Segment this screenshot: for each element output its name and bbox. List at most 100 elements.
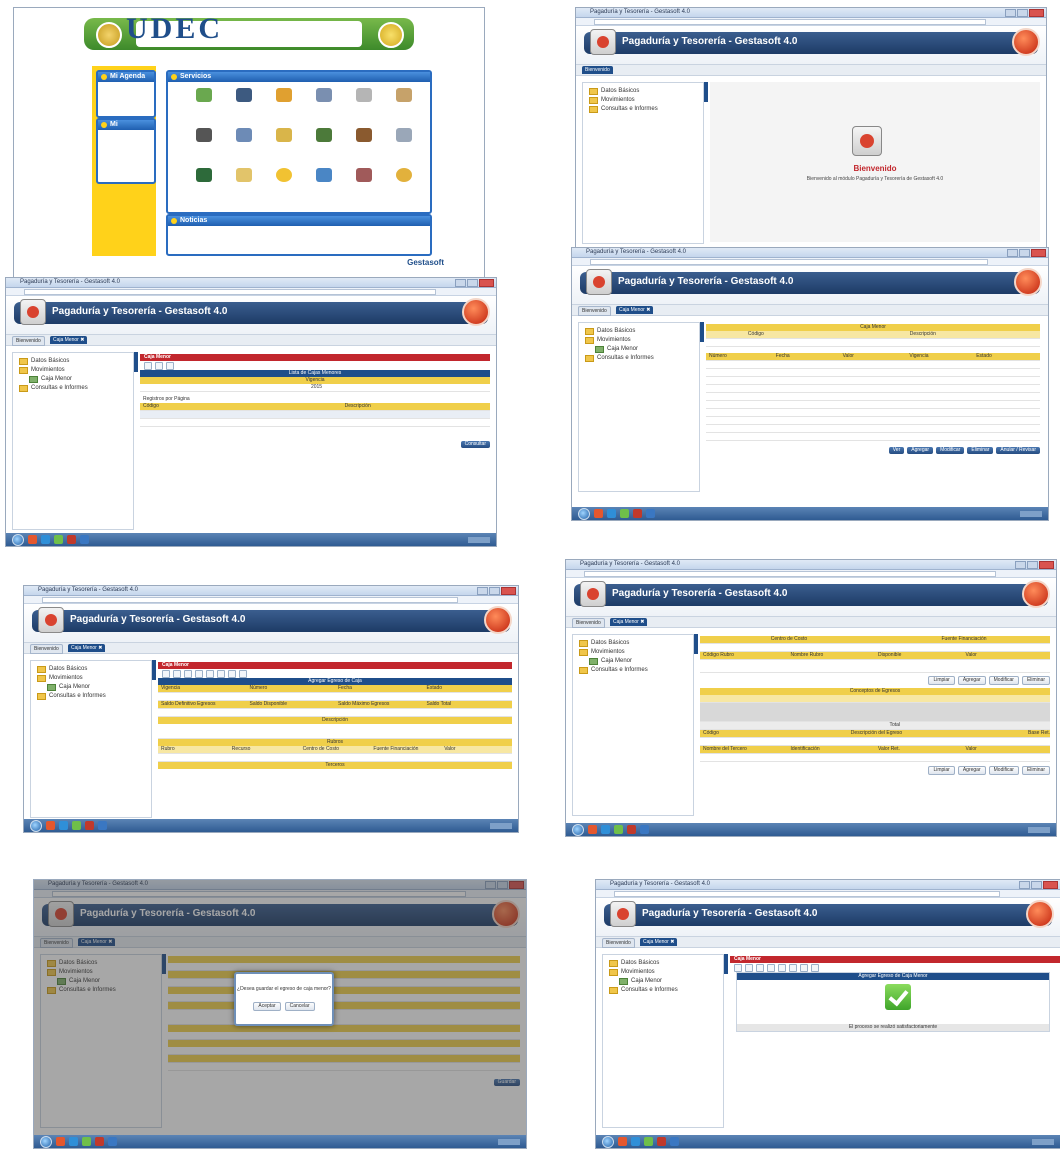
service-tile[interactable] [188,128,220,144]
search-icon[interactable] [162,669,170,678]
table-row[interactable] [140,419,490,427]
tree-item-caja-menor[interactable]: Caja Menor [579,657,687,666]
tab-bienvenido[interactable]: Bienvenido [578,306,611,316]
address-bar[interactable] [42,597,458,603]
ver-button[interactable]: Ver [888,447,905,454]
service-tile[interactable] [188,88,220,104]
address-bar[interactable] [614,891,1000,897]
tree-item-movimientos[interactable]: Movimientos [37,674,145,683]
address-bar[interactable] [590,259,988,265]
start-button[interactable] [12,533,24,546]
descripcion-field[interactable] [158,724,512,739]
consultar-button[interactable]: Consultar [460,441,490,448]
start-button[interactable] [578,507,590,520]
table-row[interactable] [706,401,1040,409]
service-tile[interactable] [308,168,340,184]
tab-caja-menor[interactable]: Caja Menor ✖ [616,306,654,314]
panel-splitter[interactable] [134,352,138,372]
service-tile[interactable] [348,168,380,184]
tree-item-movimientos[interactable]: Movimientos [589,96,697,105]
service-tile[interactable] [228,88,260,104]
service-tile[interactable] [268,88,300,104]
form-input-row[interactable] [158,693,512,701]
close-button[interactable] [1029,9,1044,17]
start-button[interactable] [30,819,42,832]
minimize-button[interactable] [1005,9,1016,17]
tab-caja-menor[interactable]: Caja Menor ✖ [610,618,648,626]
tree-item-datos-basicos[interactable]: Datos Básicos [37,665,145,674]
table-row[interactable] [706,377,1040,385]
table-row[interactable] [700,703,1050,722]
tab-bienvenido[interactable]: Bienvenido [12,336,45,346]
agregar-button-2[interactable]: Agregar [957,766,986,775]
tree-item-consultas[interactable]: Consultas e Informes [609,986,717,995]
exit-button[interactable] [1022,580,1050,608]
panel-splitter[interactable] [700,322,704,342]
limpiar-button-2[interactable]: Limpiar [928,766,955,775]
tab-caja-menor[interactable]: Caja Menor ✖ [50,336,88,344]
tree-item-consultas[interactable]: Consultas e Informes [37,692,145,701]
address-bar[interactable] [584,571,996,577]
tree-item-movimientos[interactable]: Movimientos [579,648,687,657]
dialog-accept-button[interactable]: Aceptar [253,1002,281,1011]
tree-item-caja-menor[interactable]: Caja Menor [585,345,693,354]
edit-icon[interactable] [756,963,764,972]
table-row[interactable] [706,361,1040,369]
up-icon[interactable] [778,963,786,972]
service-tile[interactable] [188,168,220,184]
table-row[interactable] [140,411,490,419]
down-icon[interactable] [789,963,797,972]
cost-input-row[interactable] [700,644,1050,652]
service-tile[interactable] [268,168,300,184]
service-tile[interactable] [228,168,260,184]
panel-splitter[interactable] [724,954,728,974]
maximize-button[interactable] [1017,9,1028,17]
table-row[interactable] [706,393,1040,401]
tab-bienvenido[interactable]: Bienvenido [582,66,613,74]
tree-item-datos-basicos[interactable]: Datos Básicos [589,87,697,96]
modificar-button-2[interactable]: Modificar [988,766,1019,775]
tree-item-consultas[interactable]: Consultas e Informes [585,354,693,363]
service-tile[interactable] [268,128,300,144]
tab-caja-menor[interactable]: Caja Menor ✖ [68,644,106,652]
start-button[interactable] [572,823,584,836]
edit-icon[interactable] [184,669,192,678]
concept-input-row[interactable] [700,738,1050,746]
modificar-button[interactable]: Modificar [936,447,965,454]
search-icon[interactable] [734,963,742,972]
tree-item-consultas[interactable]: Consultas e Informes [579,666,687,675]
tab-bienvenido[interactable]: Bienvenido [572,618,605,628]
tree-item-movimientos[interactable]: Movimientos [585,336,693,345]
exit-button[interactable] [1012,28,1040,56]
vigencia-row[interactable]: 2015 [140,384,490,392]
table-row[interactable] [706,417,1040,425]
modificar-button[interactable]: Modificar [988,676,1019,685]
tree-item-caja-menor[interactable]: Caja Menor [609,977,717,986]
exit-button[interactable] [484,606,512,634]
agregar-button[interactable]: Agregar [907,447,934,454]
up-icon[interactable] [206,669,214,678]
delete-icon[interactable] [811,963,819,972]
delete-icon[interactable] [239,669,247,678]
exit-button[interactable] [1026,900,1054,928]
table-row[interactable] [706,433,1040,441]
tab-caja-menor[interactable]: Caja Menor ✖ [640,938,678,946]
new-icon[interactable] [173,669,181,678]
panel-splitter[interactable] [694,634,698,654]
panel-splitter[interactable] [152,660,156,680]
start-button[interactable] [40,1135,52,1148]
address-bar[interactable] [24,289,436,295]
tree-item-consultas[interactable]: Consultas e Informes [19,384,127,393]
service-tile[interactable] [348,88,380,104]
print-icon[interactable] [800,963,808,972]
tree-item-datos-basicos[interactable]: Datos Básicos [579,639,687,648]
eliminar-button[interactable]: Eliminar [1021,676,1050,685]
service-tile[interactable] [388,168,420,184]
clear-icon[interactable] [155,361,163,370]
rubro-input-row[interactable] [700,660,1050,673]
tree-item-datos-basicos[interactable]: Datos Básicos [585,327,693,336]
anular-button[interactable]: Anular / Revisar [996,447,1040,454]
tree-item-caja-menor[interactable]: Caja Menor [37,683,145,692]
tab-bienvenido[interactable]: Bienvenido [30,644,63,654]
dialog-cancel-button[interactable]: Cancelar [284,1002,315,1011]
